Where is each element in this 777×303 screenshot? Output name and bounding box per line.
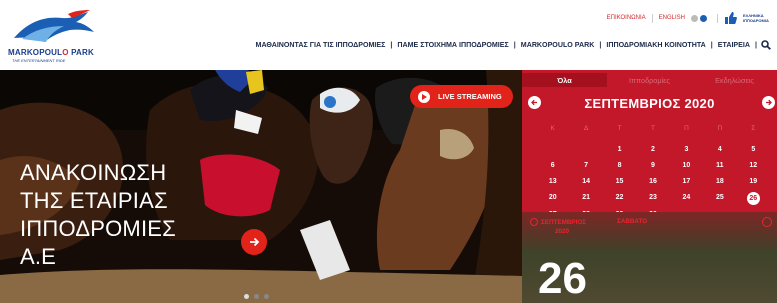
weekday-label: Π [717, 125, 723, 132]
weekday-label: Δ [583, 125, 589, 132]
calendar-day[interactable]: 25 [703, 192, 736, 204]
divider [717, 13, 718, 23]
calendar-day[interactable]: 22 [603, 192, 636, 204]
hero-slider: LIVE STREAMING ΑΝΑΚΟΙΝΩΣΗ ΤΗΣ ΕΤΑΙΡΙΑΣ Ι… [0, 70, 522, 303]
divider [651, 13, 653, 23]
nav-markopoulo-park[interactable]: MARKOPOULO PARK [516, 41, 600, 49]
calendar-day[interactable]: 18 [703, 176, 736, 188]
calendar-day[interactable]: 16 [636, 176, 669, 188]
nav-company[interactable]: ΕΤΑΙΡΕΙΑ [713, 41, 755, 49]
hero-read-more-button[interactable] [241, 229, 267, 255]
weekday-label: Κ [550, 125, 555, 132]
weekday-label: Σ [751, 125, 756, 132]
weekday-label: Τ [651, 125, 655, 132]
calendar-day[interactable]: 23 [636, 192, 669, 204]
calendar-day[interactable]: 1 [603, 144, 636, 156]
calendar-day[interactable]: 26 [746, 192, 760, 205]
calendar-day[interactable]: 3 [670, 144, 703, 156]
calendar-day-grid: 1 2 3 4 5 6 7 8 9 10 11 12 13 14 15 16 17 18 19 20 21 22 23 24 2… [536, 144, 770, 221]
search-icon[interactable] [761, 40, 771, 50]
calendar-day[interactable]: 20 [536, 192, 569, 204]
arrow-right-icon [250, 237, 260, 247]
calendar-day[interactable]: 14 [569, 176, 602, 188]
slider-dot[interactable] [254, 294, 259, 299]
calendar-day[interactable]: 9 [636, 160, 669, 172]
hero-headline: ΑΝΑΚΟΙΝΩΣΗ ΤΗΣ ΕΤΑΙΡΙΑΣ ΙΠΠΟΔΡΟΜΙΕΣ Α.Ε [20, 160, 176, 269]
event-year: 2020 [555, 228, 570, 235]
live-streaming-button[interactable]: LIVE STREAMING [410, 85, 513, 108]
markopoulo-park-logo[interactable]: MARKOPOULO PARK THE ENTERTAINMENT RIDE [8, 8, 104, 64]
tab-all[interactable]: Όλα [522, 73, 607, 87]
month-header: ΣΕΠΤΕΜΒΡΙΟΣ 2020 [522, 92, 777, 114]
sponsor-logo[interactable]: ΕΛΛΗΝΙΚΑ ΙΠΠΟΔΡΟΜΙΑ [743, 13, 769, 23]
main-navigation: ΜΑΘΑΙΝΟΝΤΑΣ ΓΙΑ ΤΙΣ ΙΠΠΟΔΡΟΜΙΕΣ | ΠΑΜΕ ΣΤ… [251, 40, 771, 50]
live-streaming-label: LIVE STREAMING [438, 92, 502, 101]
calendar-month-title: ΣΕΠΤΕΜΒΡΙΟΣ 2020 [584, 96, 715, 111]
events-calendar: Όλα Ιπποδρομίες Εκδηλώσεις ΣΕΠΤΕΜΒΡΙΟΣ 2… [522, 70, 777, 303]
nav-learning[interactable]: ΜΑΘΑΙΝΟΝΤΑΣ ΓΙΑ ΤΙΣ ΙΠΠΟΔΡΟΜΙΕΣ [251, 41, 391, 49]
nav-betting[interactable]: ΠΑΜΕ ΣΤΟΙΧΗΜΑ ΙΠΠΟΔΡΟΜΙΕΣ [392, 41, 513, 49]
calendar-filter-tabs: Όλα Ιπποδρομίες Εκδηλώσεις [522, 73, 777, 87]
logo-title: MARKOPOULO PARK [8, 48, 94, 57]
site-header: MARKOPOULO PARK THE ENTERTAINMENT RIDE Ε… [0, 0, 777, 70]
calendar-day[interactable]: 15 [603, 176, 636, 188]
selected-day-panel: ΣΕΠΤΕΜΒΡΙΟΣ 2020 ΣΑΒΒΑΤΟ 26 [522, 212, 777, 303]
next-event-button[interactable] [762, 217, 772, 227]
calendar-day[interactable]: 24 [670, 192, 703, 204]
play-icon [418, 90, 430, 103]
utility-bar: ΕΠΙΚΟΙΝΩΝΙΑ ENGLISH ΕΛΛΗΝΙΚΑ ΙΠΠΟΔΡΟΜΙΑ [607, 11, 769, 25]
weekday-header: ΚΔΤΤΠΠΣ [536, 125, 770, 132]
tab-races[interactable]: Ιπποδρομίες [607, 73, 692, 87]
weekday-label: Π [684, 125, 689, 132]
slider-dots [244, 294, 269, 299]
language-toggle[interactable] [691, 14, 711, 23]
calendar-day[interactable]: 5 [737, 144, 770, 156]
calendar-day[interactable]: 11 [703, 160, 736, 172]
event-weekday: ΣΑΒΒΑΤΟ [617, 218, 648, 225]
calendar-day[interactable]: 6 [536, 160, 569, 172]
nav-community[interactable]: ΙΠΠΟΔΡΟΜΙΑΚΗ ΚΟΙΝΟΤΗΤΑ [601, 41, 710, 49]
contact-link[interactable]: ΕΠΙΚΟΙΝΩΝΙΑ [607, 15, 646, 21]
calendar-day[interactable]: 7 [569, 160, 602, 172]
thumbs-up-icon[interactable] [724, 12, 737, 24]
event-month[interactable]: ΣΕΠΤΕΜΒΡΙΟΣ [530, 218, 586, 226]
slider-dot[interactable] [244, 294, 249, 299]
calendar-day[interactable]: 8 [603, 160, 636, 172]
empty-day-cell [569, 144, 602, 156]
calendar-day[interactable]: 10 [670, 160, 703, 172]
calendar-day[interactable]: 17 [670, 176, 703, 188]
slider-dot[interactable] [264, 294, 269, 299]
language-link[interactable]: ENGLISH [659, 15, 685, 21]
next-month-button[interactable] [762, 96, 775, 109]
tab-events[interactable]: Εκδηλώσεις [692, 73, 777, 87]
calendar-day[interactable]: 19 [737, 176, 770, 188]
calendar-day[interactable]: 13 [536, 176, 569, 188]
calendar-day[interactable]: 21 [569, 192, 602, 204]
calendar-day[interactable]: 4 [703, 144, 736, 156]
calendar-day[interactable]: 2 [636, 144, 669, 156]
logo-tagline: THE ENTERTAINMENT RIDE [12, 58, 66, 63]
event-day-number: 26 [538, 254, 587, 303]
arrow-right-icon [766, 99, 772, 106]
empty-day-cell [536, 144, 569, 156]
arrow-left-icon [530, 218, 538, 226]
weekday-label: Τ [617, 125, 622, 132]
horse-logo-icon [14, 10, 94, 42]
calendar-day[interactable]: 12 [737, 160, 770, 172]
